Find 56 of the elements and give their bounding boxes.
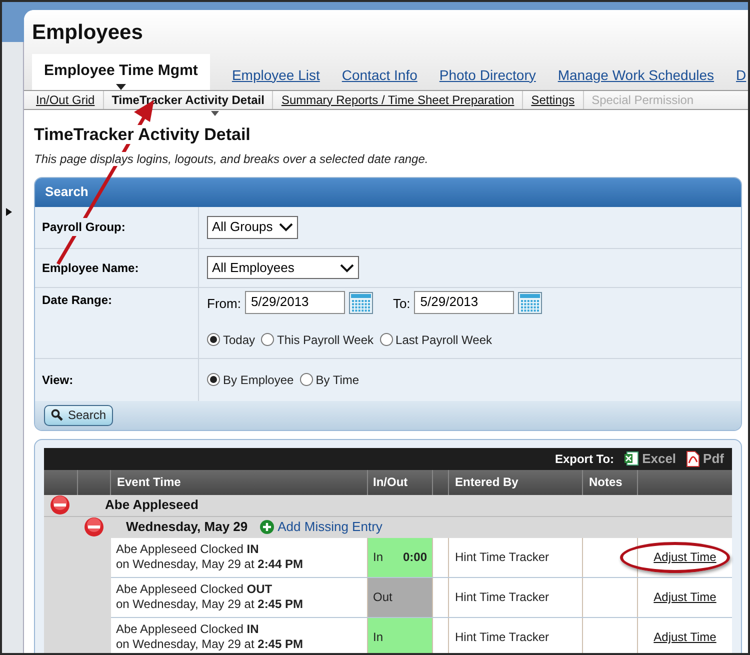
radio-option[interactable]: By Employee: [207, 370, 294, 388]
radio-option[interactable]: This Payroll Week: [261, 330, 374, 348]
from-date-field[interactable]: 5/29/2013: [244, 290, 345, 314]
payroll-group-select[interactable]: All Groups: [207, 216, 298, 238]
triangle-icon[interactable]: [6, 208, 12, 216]
entered-by-cell: Hint Time Tracker: [449, 538, 583, 576]
document-icon: [686, 450, 700, 466]
panel-header: Search: [35, 178, 741, 206]
sub-tab[interactable]: Summary Reports / Time Sheet Preparation: [281, 90, 514, 108]
sub-tab[interactable]: In/Out Grid: [36, 90, 95, 108]
spreadsheet-icon: [624, 451, 640, 466]
nav-tab[interactable]: Employee List: [232, 64, 320, 90]
calendar-icon[interactable]: [518, 292, 542, 314]
chevron-down-icon: [278, 222, 293, 232]
export-link[interactable]: Excel: [624, 448, 676, 468]
in-out-cell: In: [368, 618, 433, 653]
from-label: From:: [207, 295, 241, 313]
nav-tab[interactable]: Contact Info: [342, 64, 418, 90]
collapse-icon[interactable]: [84, 517, 104, 537]
employee-group-title: Abe Appleseed: [105, 496, 198, 514]
sub-tab[interactable]: Settings: [531, 90, 575, 108]
to-label: To:: [392, 295, 410, 313]
nav-tab[interactable]: Manage Work Schedules: [558, 64, 714, 90]
entered-by-cell: Hint Time Tracker: [449, 578, 583, 616]
nav-tab[interactable]: Photo Directory: [439, 64, 536, 90]
field-label: Date Range:: [42, 292, 112, 306]
adjust-time-link[interactable]: Adjust Time: [654, 588, 716, 606]
plus-icon: [260, 520, 274, 534]
search-icon: [51, 409, 63, 421]
pointer-icon: [210, 110, 219, 116]
nav-tab[interactable]: Employee Time Mgmt: [32, 54, 210, 90]
to-date-field[interactable]: 5/29/2013: [414, 290, 514, 314]
in-out-cell: In 0:00: [368, 538, 433, 576]
add-missing-entry-link[interactable]: Add Missing Entry: [260, 517, 382, 537]
export-link[interactable]: Pdf: [686, 448, 724, 468]
calendar-icon[interactable]: [348, 292, 373, 314]
radio-option[interactable]: Today: [207, 330, 256, 348]
chevron-down-icon: [340, 262, 354, 272]
in-out-cell: Out: [368, 578, 433, 616]
export-label: Export To:: [554, 450, 614, 468]
adjust-time-link[interactable]: Adjust Time: [654, 548, 716, 566]
page-title: Employees: [32, 20, 144, 46]
section-heading: TimeTracker Activity Detail: [34, 124, 250, 144]
search-button[interactable]: Search: [44, 404, 114, 426]
collapse-icon[interactable]: [50, 495, 70, 515]
day-group-title: Wednesday, May 29: [126, 518, 248, 536]
description-text: This page displays logins, logouts, and breaks over a selected date range.: [34, 152, 428, 166]
sub-tab[interactable]: TimeTracker Activity Detail: [112, 90, 264, 108]
radio-option[interactable]: Last Payroll Week: [380, 330, 492, 348]
adjust-time-link[interactable]: Adjust Time: [654, 628, 716, 646]
employee-select[interactable]: All Employees: [207, 256, 359, 279]
entered-by-cell: Hint Time Tracker: [449, 618, 583, 653]
field-label: Employee Name:: [35, 248, 199, 288]
nav-tab[interactable]: D: [736, 64, 746, 90]
radio-option[interactable]: By Time: [300, 370, 360, 388]
field-label: Payroll Group:: [42, 218, 126, 236]
